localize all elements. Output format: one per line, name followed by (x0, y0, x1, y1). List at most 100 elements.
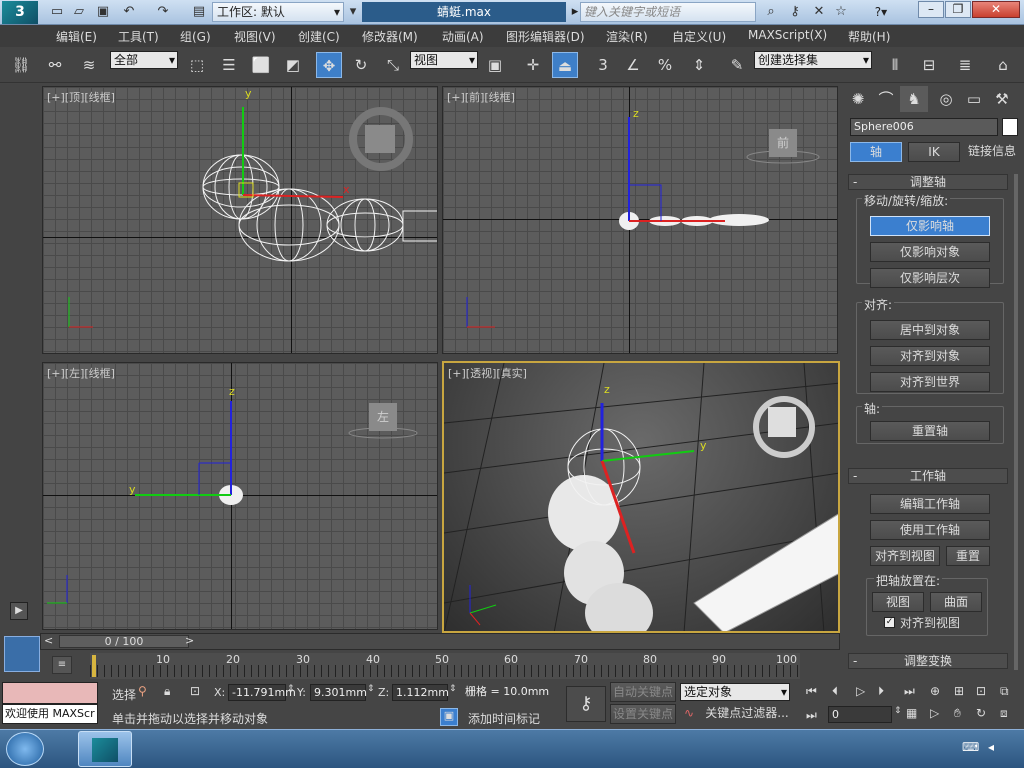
reset-pivot-button[interactable]: 重置轴 (870, 421, 990, 441)
play-icon[interactable]: ▷ (856, 684, 865, 698)
select-and-move-icon[interactable]: ✥ (316, 52, 342, 78)
viewcube-front[interactable]: 前 (769, 129, 797, 157)
current-frame-spinner-icon[interactable]: ⇕ (894, 706, 902, 716)
windows-start-button[interactable] (6, 732, 44, 766)
hierarchy-tab-icon[interactable]: ♞ (900, 86, 928, 112)
utilities-tab-icon[interactable]: ⚒ (988, 86, 1016, 112)
zoom-all-icon[interactable]: ⊞ (954, 684, 964, 698)
goto-start-icon[interactable]: ⏮ (806, 684, 817, 699)
zoom-icon[interactable]: ⊕ (930, 684, 940, 698)
keyboard-tray-icon[interactable]: ⌨ (962, 740, 979, 754)
menu-modifiers[interactable]: 修改器(M) (362, 28, 418, 45)
time-slider-prev-icon[interactable]: < (44, 634, 53, 647)
close-button[interactable]: ✕ (972, 1, 1020, 18)
coord-z-field[interactable]: 1.112mm (392, 684, 449, 701)
coord-x-spinner-icon[interactable]: ⇕ (287, 684, 295, 694)
snaps-toggle-icon[interactable]: 3 (590, 52, 616, 78)
notification-tray-icon[interactable]: ◂ (988, 740, 994, 754)
tab-ik[interactable]: IK (908, 142, 960, 162)
coord-z-spinner-icon[interactable]: ⇕ (449, 684, 457, 694)
viewport-left[interactable]: [+][左][线框] 左 z y (42, 362, 438, 630)
time-slider-thumb[interactable]: 0 / 100 (59, 635, 189, 648)
layer-manager-icon[interactable]: ≣ (952, 52, 978, 78)
align-to-view-button[interactable]: 对齐到视图 (870, 546, 940, 566)
coord-y-field[interactable]: 9.301mm (310, 684, 367, 701)
mirror-icon[interactable]: ⫴ (882, 52, 908, 78)
key-filters-curve-icon[interactable]: ∿ (684, 706, 694, 720)
absolute-mode-icon[interactable]: ⊡ (190, 684, 200, 698)
time-slider[interactable]: < 0 / 100 > (40, 633, 840, 650)
select-object-icon[interactable]: ⬚ (184, 52, 210, 78)
window-crossing-icon[interactable]: ◩ (280, 52, 306, 78)
key-filters-button[interactable]: 关键点过滤器... (702, 704, 792, 724)
pan-view-icon[interactable]: ✋︎ (954, 706, 961, 721)
play-toggle-icon[interactable]: ▶ (10, 602, 28, 620)
auto-key-button[interactable]: 自动关键点 (610, 682, 676, 702)
coord-y-spinner-icon[interactable]: ⇕ (367, 684, 375, 694)
viewcube-left[interactable]: 左 (369, 403, 397, 431)
menu-animation[interactable]: 动画(A) (442, 28, 484, 45)
tab-pivot[interactable]: 轴 (850, 142, 902, 162)
taskbar-3dsmax-icon[interactable] (78, 731, 132, 767)
modify-tab-icon[interactable]: ⌒ (872, 86, 900, 112)
affect-object-only-button[interactable]: 仅影响对象 (870, 242, 990, 262)
place-pivot-view-button[interactable]: 视图 (872, 592, 924, 612)
menu-group[interactable]: 组(G) (180, 28, 211, 45)
select-and-scale-icon[interactable]: ⤡ (380, 52, 406, 78)
time-config-icon[interactable]: ▦ (906, 706, 917, 720)
selection-filter-select[interactable]: 全部 ▾ (110, 51, 178, 69)
orbit-icon[interactable]: ↻ (976, 706, 986, 720)
maxscript-input[interactable]: 欢迎使用 MAXScr (2, 704, 98, 724)
isolate-toggle-icon[interactable]: ⚲ (138, 684, 147, 698)
app-logo-icon[interactable]: 3 (2, 1, 38, 24)
named-selection-set-select[interactable]: 创建选择集 ▾ (754, 51, 872, 69)
menu-graph-editors[interactable]: 图形编辑器(D) (506, 28, 585, 45)
save-icon[interactable]: ▣ (94, 3, 112, 21)
set-key-button[interactable]: 设置关键点 (610, 704, 676, 724)
current-frame-field[interactable]: 0 (828, 706, 892, 723)
viewport-top[interactable]: [+][顶][线框] y x (42, 86, 438, 354)
field-of-view-icon[interactable]: ▷ (930, 706, 939, 720)
menu-help[interactable]: 帮助(H) (848, 28, 890, 45)
menu-views[interactable]: 视图(V) (234, 28, 276, 45)
align-to-object-button[interactable]: 对齐到对象 (870, 346, 990, 366)
menu-create[interactable]: 创建(C) (298, 28, 340, 45)
select-by-name-icon[interactable]: ☰ (216, 52, 242, 78)
render-setup-icon[interactable]: ⌂ (990, 52, 1016, 78)
reset-working-pivot-button[interactable]: 重置 (946, 546, 990, 566)
coord-x-field[interactable]: -11.791mm (228, 684, 296, 701)
display-tab-icon[interactable]: ▭ (960, 86, 988, 112)
maxscript-listener-mini[interactable] (2, 682, 98, 704)
maximize-button[interactable]: ❐ (945, 1, 971, 18)
minimize-button[interactable]: – (918, 1, 944, 18)
motion-tab-icon[interactable]: ◎ (932, 86, 960, 112)
zoom-extents-icon[interactable]: ⊡ (976, 684, 986, 698)
percent-snap-icon[interactable]: % (652, 52, 678, 78)
edit-named-selection-icon[interactable]: ✎ (724, 52, 750, 78)
selection-lock-icon[interactable]: 🔒︎ (164, 684, 170, 699)
create-tab-icon[interactable]: ✺ (844, 86, 872, 112)
keyboard-shortcut-override-icon[interactable]: ⏏ (552, 52, 578, 78)
exchange-icon[interactable]: ✕ (810, 3, 828, 21)
menu-customize[interactable]: 自定义(U) (672, 28, 726, 45)
link-icon[interactable]: ⛓ (8, 52, 34, 78)
zoom-extents-all-icon[interactable]: ⧉ (1000, 684, 1009, 699)
tab-link-info[interactable]: 链接信息 (964, 142, 1020, 162)
spinner-snap-icon[interactable]: ⇕ (686, 52, 712, 78)
next-frame-icon[interactable]: ⏵ (878, 684, 884, 699)
menu-edit[interactable]: 编辑(E) (56, 28, 97, 45)
align-icon[interactable]: ⊟ (916, 52, 942, 78)
open-file-icon[interactable]: ▱ (70, 3, 88, 21)
center-to-object-button[interactable]: 居中到对象 (870, 320, 990, 340)
undo-icon[interactable]: ↶ (120, 3, 138, 21)
time-slider-next-icon[interactable]: > (185, 634, 194, 647)
binoculars-icon[interactable]: ⌕ (762, 3, 780, 21)
menu-rendering[interactable]: 渲染(R) (606, 28, 648, 45)
key-mode-select[interactable]: 选定对象 ▾ (680, 683, 790, 701)
edit-working-pivot-button[interactable]: 编辑工作轴 (870, 494, 990, 514)
viewport-front[interactable]: [+][前][线框] 前 z (442, 86, 838, 354)
redo-icon[interactable]: ↷ (154, 3, 172, 21)
rollout-adjust-transform[interactable]: - 调整变换 (848, 653, 1008, 669)
menu-maxscript[interactable]: MAXScript(X) (748, 28, 827, 42)
affect-hierarchy-only-button[interactable]: 仅影响层次 (870, 268, 990, 288)
